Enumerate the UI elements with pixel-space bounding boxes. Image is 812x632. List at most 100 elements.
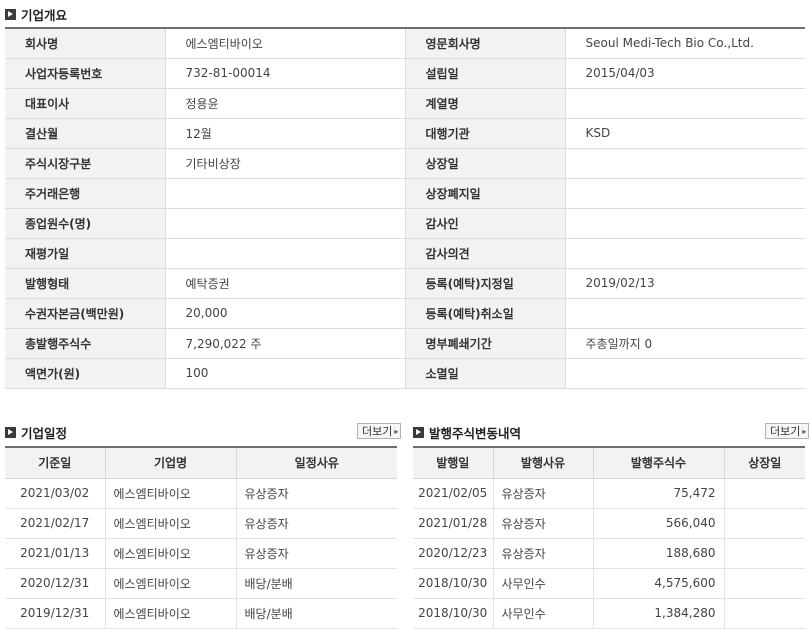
- field-label: 등록(예탁)취소일: [405, 298, 565, 329]
- column-header: 발행일: [413, 447, 494, 479]
- table-cell: 75,472: [593, 478, 725, 509]
- field-value: 주총일까지 0: [564, 328, 805, 359]
- table-cell: 2021/02/17: [5, 508, 106, 539]
- field-value: 12월: [164, 118, 406, 149]
- table-cell: 에스엠티바이오: [105, 478, 237, 509]
- field-value: Seoul Medi-Tech Bio Co.,Ltd.: [564, 28, 805, 59]
- table-row: 2021/02/05 유상증자 75,472: [413, 478, 805, 509]
- field-label: 감사인: [405, 208, 565, 239]
- field-value: 732-81-00014: [164, 58, 406, 89]
- table-cell: 2018/10/30: [413, 598, 494, 629]
- table-cell: 유상증자: [236, 508, 397, 539]
- field-label: 회사명: [5, 28, 165, 59]
- column-header: 기준일: [5, 447, 106, 479]
- overview-row: 회사명 에스엠티바이오 영문회사명 Seoul Medi-Tech Bio Co.,L…: [5, 28, 805, 59]
- table-cell: 2020/12/31: [5, 568, 106, 599]
- bullet-arrow-icon: [5, 427, 16, 438]
- table-cell: 유상증자: [493, 538, 594, 569]
- field-label: 설립일: [405, 58, 565, 89]
- table-cell: 4,575,600: [593, 568, 725, 599]
- table-cell: 사무인수: [493, 568, 594, 599]
- field-value: 정용윤: [164, 88, 406, 119]
- field-label: 명부폐쇄기간: [405, 328, 565, 359]
- table-cell: 2021/01/13: [5, 538, 106, 569]
- field-label: 사업자등록번호: [5, 58, 165, 89]
- table-row: 2018/10/30 사무인수 1,384,280: [413, 598, 805, 629]
- table-cell: 에스엠티바이오: [105, 568, 237, 599]
- table-cell: 배당/분배: [236, 598, 397, 629]
- field-label: 영문회사명: [405, 28, 565, 59]
- field-label: 대표이사: [5, 88, 165, 119]
- overview-row: 종업원수(명) 감사인: [5, 208, 805, 239]
- bullet-arrow-icon: [413, 427, 424, 438]
- issue-more-button[interactable]: 더보기 ▸: [765, 423, 810, 439]
- field-value: [564, 178, 805, 209]
- table-row: 2021/01/13 에스엠티바이오 유상증자: [5, 538, 397, 569]
- table-cell: [724, 538, 805, 569]
- overview-row: 총발행주식수 7,290,022 주 명부폐쇄기간 주총일까지 0: [5, 328, 805, 359]
- table-row: 2021/03/02 에스엠티바이오 유상증자: [5, 478, 397, 509]
- overview-row: 대표이사 정용윤 계열명: [5, 88, 805, 119]
- schedule-more-button[interactable]: 더보기 ▸: [357, 423, 402, 439]
- column-header: 기업명: [105, 447, 237, 479]
- field-value: [164, 178, 406, 209]
- field-label: 발행형태: [5, 268, 165, 299]
- table-cell: 2019/12/31: [5, 598, 106, 629]
- table-row: 2019/12/31 에스엠티바이오 배당/분배: [5, 598, 397, 629]
- overview-row: 수권자본금(백만원) 20,000 등록(예탁)취소일: [5, 298, 805, 329]
- table-cell: 2021/03/02: [5, 478, 106, 509]
- field-label: 재평가일: [5, 238, 165, 269]
- table-cell: 사무인수: [493, 598, 594, 629]
- field-label: 액면가(원): [5, 358, 165, 389]
- overview-row: 재평가일 감사의견: [5, 238, 805, 269]
- schedule-section-title: 기업일정: [5, 423, 67, 442]
- overview-title: 기업개요: [21, 8, 68, 23]
- field-label: 상장일: [405, 148, 565, 179]
- field-value: 2019/02/13: [564, 268, 805, 299]
- table-cell: 유상증자: [493, 478, 594, 509]
- bullet-arrow-icon: [5, 9, 16, 20]
- table-cell: [724, 508, 805, 539]
- field-label: 대행기관: [405, 118, 565, 149]
- field-label: 총발행주식수: [5, 328, 165, 359]
- field-label: 소멸일: [405, 358, 565, 389]
- table-cell: 566,040: [593, 508, 725, 539]
- share-issue-table: 발행일 발행사유 발행주식수 상장일 2021/02/05 유상증자 75,472 2021…: [413, 446, 805, 629]
- overview-row: 결산월 12월 대행기관 KSD: [5, 118, 805, 149]
- overview-row: 주거래은행 상장폐지일: [5, 178, 805, 209]
- column-header: 상장일: [724, 447, 805, 479]
- table-row: 2021/01/28 유상증자 566,040: [413, 508, 805, 539]
- field-label: 등록(예탁)지정일: [405, 268, 565, 299]
- overview-row: 주식시장구분 기타비상장 상장일: [5, 148, 805, 179]
- table-cell: 2018/10/30: [413, 568, 494, 599]
- table-row: 2018/10/30 사무인수 4,575,600: [413, 568, 805, 599]
- more-label: 더보기: [362, 425, 393, 438]
- table-row: 2020/12/23 유상증자 188,680: [413, 538, 805, 569]
- overview-row: 발행형태 예탁증권 등록(예탁)지정일 2019/02/13: [5, 268, 805, 299]
- table-row: 2021/02/17 에스엠티바이오 유상증자: [5, 508, 397, 539]
- field-label: 수권자본금(백만원): [5, 298, 165, 329]
- issue-section-title: 발행주식변동내역: [413, 423, 521, 442]
- table-cell: 유상증자: [493, 508, 594, 539]
- field-label: 결산월: [5, 118, 165, 149]
- table-cell: 2020/12/23: [413, 538, 494, 569]
- table-cell: 에스엠티바이오: [105, 538, 237, 569]
- table-cell: 1,384,280: [593, 598, 725, 629]
- table-cell: 에스엠티바이오: [105, 508, 237, 539]
- field-value: [164, 208, 406, 239]
- field-value: [564, 298, 805, 329]
- more-label: 더보기: [770, 425, 801, 438]
- field-value: 2015/04/03: [564, 58, 805, 89]
- field-label: 상장폐지일: [405, 178, 565, 209]
- issue-title: 발행주식변동내역: [429, 426, 522, 441]
- field-label: 감사의견: [405, 238, 565, 269]
- field-value: 예탁증권: [164, 268, 406, 299]
- column-header: 발행주식수: [593, 447, 725, 479]
- column-header: 일정사유: [236, 447, 397, 479]
- field-value: [564, 148, 805, 179]
- field-value: [164, 238, 406, 269]
- table-cell: 188,680: [593, 538, 725, 569]
- table-cell: [724, 598, 805, 629]
- overview-row: 사업자등록번호 732-81-00014 설립일 2015/04/03: [5, 58, 805, 89]
- field-value: [564, 208, 805, 239]
